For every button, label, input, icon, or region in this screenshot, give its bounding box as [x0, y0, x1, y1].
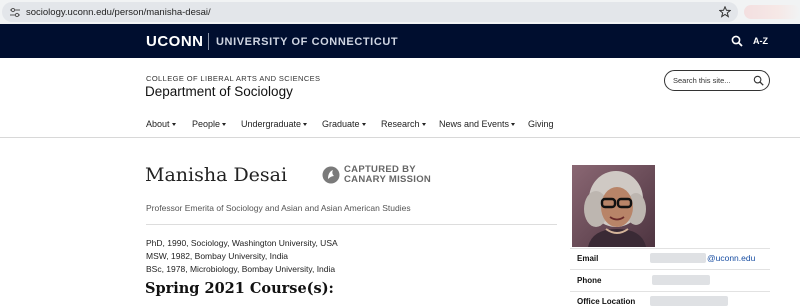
person-name: Manisha Desai — [145, 164, 288, 186]
department-title[interactable]: Department of Sociology — [145, 84, 293, 99]
nav-item-about[interactable]: About — [146, 119, 176, 129]
nav-item-news-and-events[interactable]: News and Events — [439, 119, 516, 129]
uconn-top-bar: UCONN UNIVERSITY OF CONNECTICUT A-Z — [0, 24, 800, 58]
site-search-field[interactable]: Search this site... — [664, 70, 770, 91]
chevron-down-icon — [222, 123, 227, 127]
nav-item-graduate[interactable]: Graduate — [322, 119, 366, 129]
contact-divider — [570, 269, 770, 270]
uconn-logo[interactable]: UCONN — [146, 33, 204, 50]
degree-item: PhD, 1990, Sociology, Washington Univers… — [146, 238, 338, 248]
degree-item: BSc, 1978, Microbiology, Bombay Universi… — [146, 264, 336, 274]
nav-item-undergraduate[interactable]: Undergraduate — [241, 119, 308, 129]
a-z-index-link[interactable]: A-Z — [753, 36, 768, 46]
nav-item-giving[interactable]: Giving — [528, 119, 554, 129]
main-navigation: About People Undergraduate Graduate Rese… — [0, 112, 800, 138]
chevron-down-icon — [511, 123, 516, 127]
chevron-down-icon — [303, 123, 308, 127]
degree-item: MSW, 1982, Bombay University, India — [146, 251, 289, 261]
email-link[interactable]: @uconn.edu — [707, 253, 755, 263]
logo-divider — [208, 33, 209, 50]
address-bar[interactable]: sociology.uconn.edu/person/manisha-desai… — [2, 2, 738, 22]
canary-mission-badge: CAPTURED BY CANARY MISSION — [344, 164, 432, 185]
contact-divider — [570, 291, 770, 292]
page: sociology.uconn.edu/person/manisha-desai… — [0, 0, 800, 308]
office-location-redacted — [650, 296, 728, 306]
email-username-redacted — [650, 253, 706, 263]
phone-redacted — [652, 275, 710, 285]
nav-item-people[interactable]: People — [192, 119, 227, 129]
canary-mission-icon — [322, 166, 340, 184]
browser-bar: sociology.uconn.edu/person/manisha-desai… — [0, 0, 800, 24]
chevron-down-icon — [171, 123, 176, 127]
url-text[interactable]: sociology.uconn.edu/person/manisha-desai… — [26, 7, 211, 18]
college-name[interactable]: COLLEGE OF LIBERAL ARTS AND SCIENCES — [146, 74, 320, 83]
university-name[interactable]: UNIVERSITY OF CONNECTICUT — [216, 36, 398, 48]
chevron-down-icon — [361, 123, 366, 127]
search-icon[interactable] — [731, 35, 743, 47]
nav-item-research[interactable]: Research — [381, 119, 426, 129]
search-icon[interactable] — [753, 75, 764, 86]
bookmark-star-icon[interactable] — [719, 6, 731, 18]
chevron-down-icon — [421, 123, 426, 127]
courses-heading: Spring 2021 Course(s): — [145, 280, 334, 297]
profile-avatar[interactable] — [744, 5, 800, 19]
office-location-label: Office Location — [577, 297, 636, 306]
profile-photo — [572, 165, 655, 247]
person-title: Professor Emerita of Sociology and Asian… — [146, 203, 411, 213]
site-search-placeholder[interactable]: Search this site... — [673, 76, 731, 85]
email-label: Email — [577, 254, 599, 263]
contact-divider — [570, 248, 770, 249]
phone-label: Phone — [577, 276, 602, 285]
site-info-icon[interactable] — [10, 8, 20, 17]
divider — [146, 224, 557, 225]
